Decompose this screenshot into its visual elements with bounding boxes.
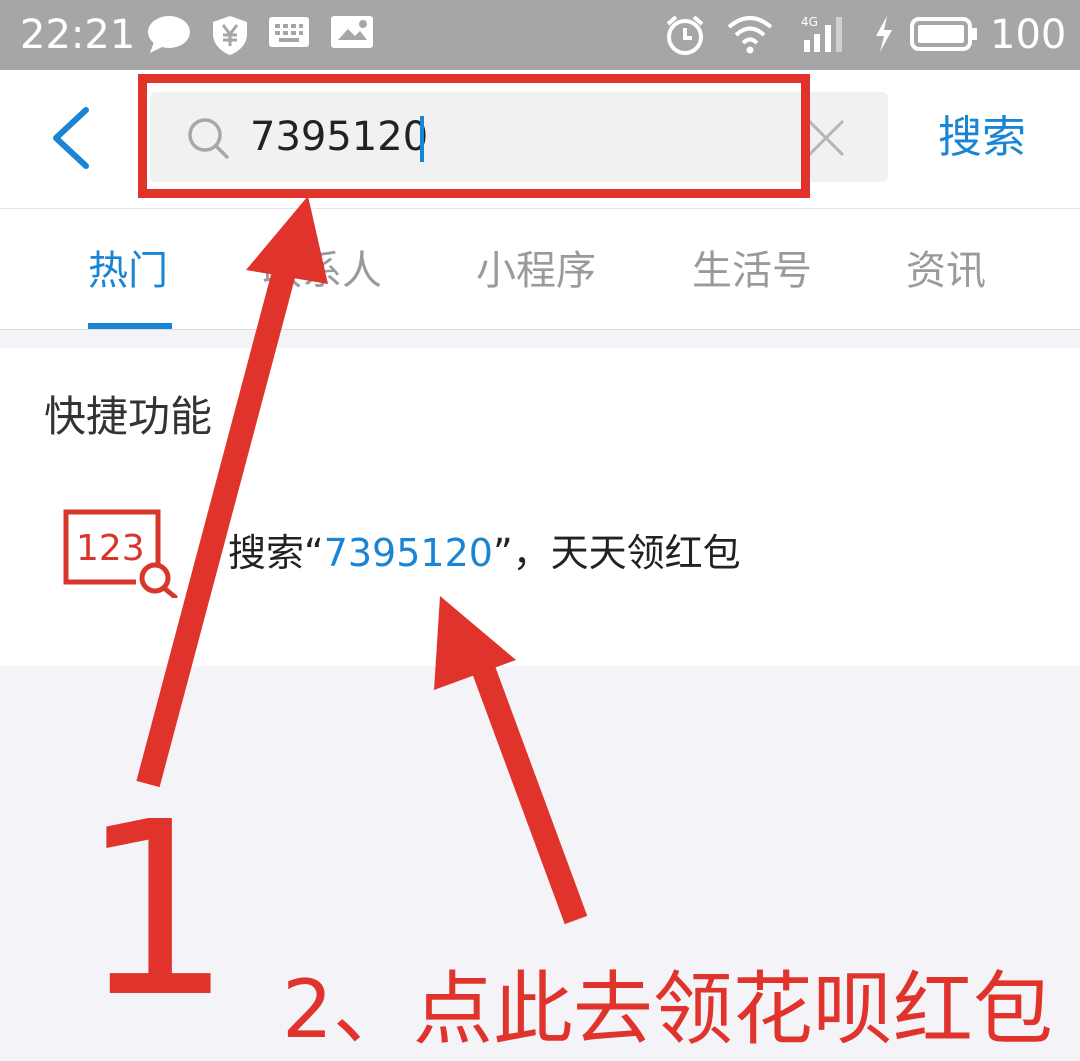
charging-icon bbox=[876, 16, 892, 52]
wifi-icon bbox=[727, 16, 773, 54]
tab-mini-programs[interactable]: 小程序 bbox=[476, 245, 596, 297]
clear-icon[interactable] bbox=[806, 118, 846, 158]
battery-icon bbox=[910, 17, 977, 51]
shield-yen-icon bbox=[213, 16, 247, 55]
quick-functions-section: 快捷功能 123 搜索“7395120”，天天领红包 bbox=[0, 348, 1080, 666]
svg-text:4G: 4G bbox=[801, 15, 818, 29]
tab-hot[interactable]: 热门 bbox=[88, 245, 168, 297]
search-tabs: 热门 联系人 小程序 生活号 资讯 bbox=[0, 209, 1080, 330]
keyboard-icon bbox=[269, 17, 309, 47]
annotation-instruction: 2、点此去领花呗红包 bbox=[282, 963, 1053, 1056]
tab-contacts[interactable]: 联系人 bbox=[262, 245, 382, 297]
item-suffix: ”，天天领红包 bbox=[492, 531, 741, 575]
number-search-icon: 123 bbox=[63, 509, 178, 598]
search-code-red-packet-item[interactable]: 搜索“7395120”，天天领红包 bbox=[228, 528, 741, 578]
item-prefix: 搜索“ bbox=[228, 531, 324, 575]
annotation-highlight-box bbox=[138, 74, 810, 198]
svg-text:123: 123 bbox=[76, 528, 145, 569]
tab-life-accounts[interactable]: 生活号 bbox=[692, 245, 812, 297]
item-code[interactable]: 7395120 bbox=[324, 531, 493, 575]
section-title: 快捷功能 bbox=[44, 392, 213, 441]
image-icon bbox=[331, 16, 373, 48]
chat-bubble-icon bbox=[148, 16, 190, 53]
tab-news[interactable]: 资讯 bbox=[906, 245, 986, 297]
battery-level: 100 bbox=[990, 12, 1067, 58]
annotation-step-number: 1 bbox=[80, 770, 233, 1050]
signal-4g-icon: 4G bbox=[801, 15, 842, 52]
active-tab-indicator bbox=[88, 323, 172, 329]
back-chevron-icon[interactable] bbox=[48, 106, 94, 170]
status-bar: 22:21 4G 100 bbox=[0, 0, 1080, 70]
search-button[interactable]: 搜索 bbox=[938, 108, 1026, 168]
alarm-icon bbox=[666, 15, 704, 55]
status-time: 22:21 bbox=[20, 12, 136, 58]
